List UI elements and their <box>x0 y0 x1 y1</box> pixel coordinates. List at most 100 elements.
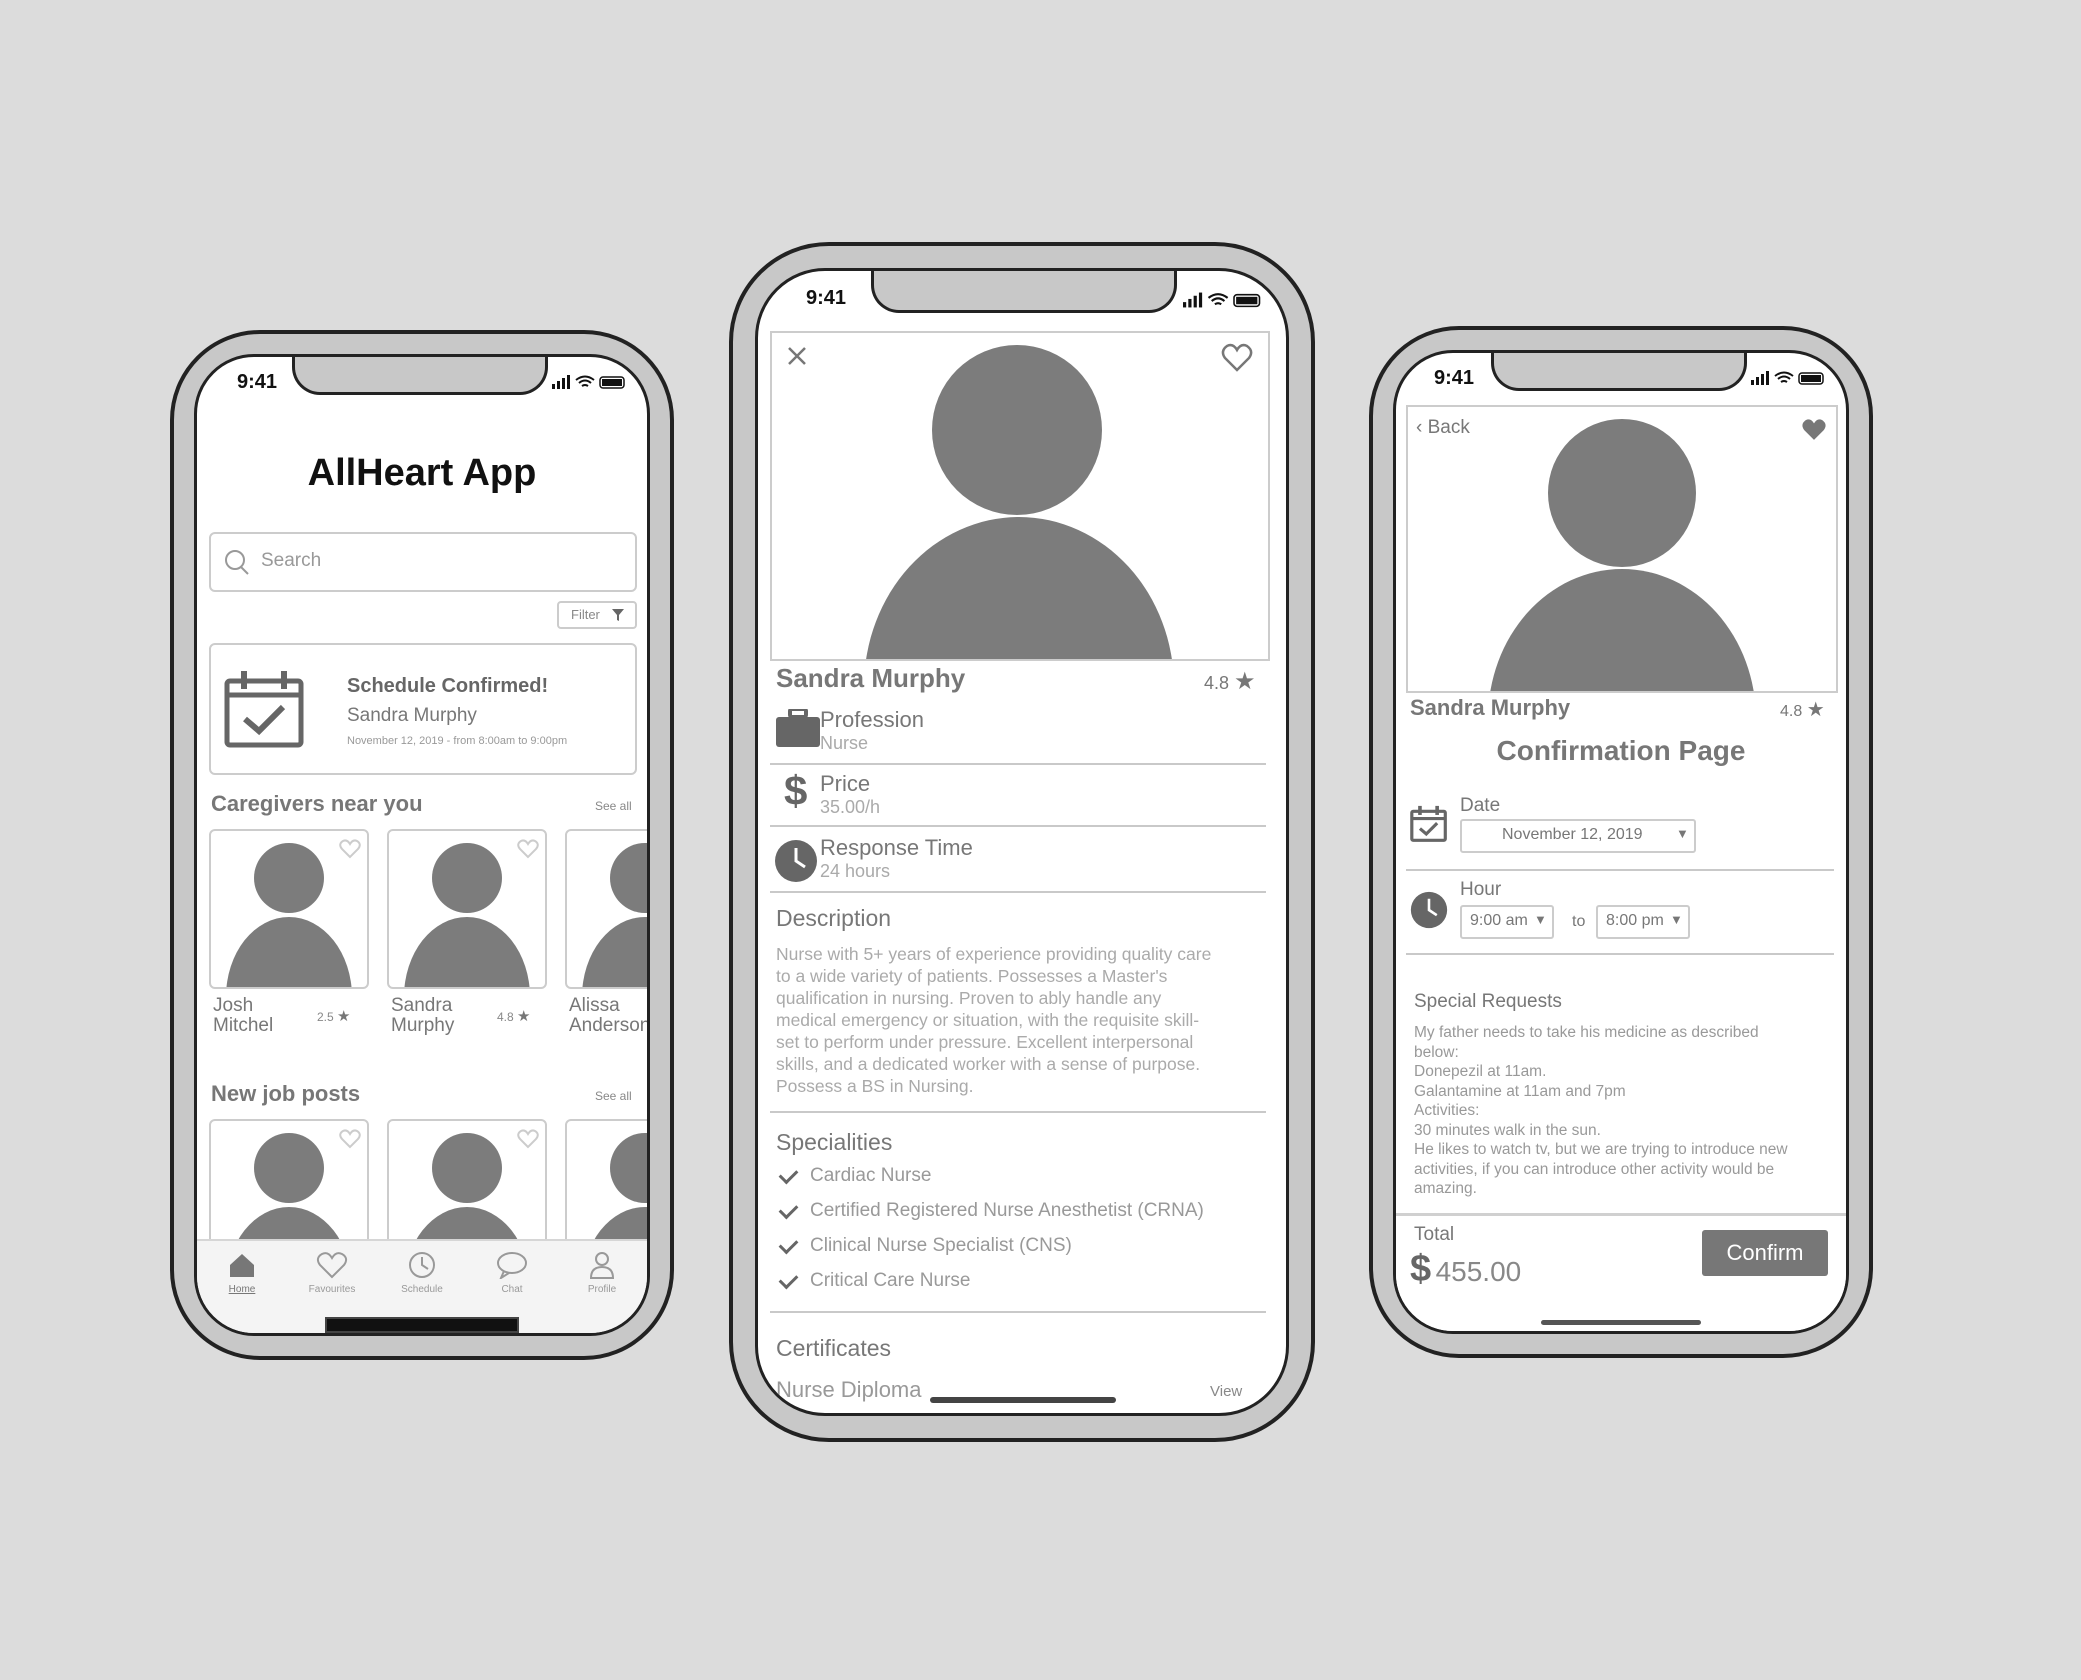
notification-title: Schedule Confirmed! <box>347 675 549 697</box>
clock-icon <box>1410 891 1448 929</box>
request-line: Galantamine at 11am and 7pm <box>1414 1082 1626 1100</box>
hour-label: Hour <box>1460 879 1502 900</box>
calendar-check-icon <box>224 671 304 748</box>
filter-icon <box>612 609 624 621</box>
app-title: AllHeart App <box>307 452 537 494</box>
caregiver-first-name: Sandra <box>391 995 453 1016</box>
date-select[interactable]: November 12, 2019 ▼ <box>1460 819 1696 853</box>
caregiver-first-name: Josh <box>213 995 254 1016</box>
phone-confirmation: 9:41 ‹ Back Sandra Murphy 4.8 ★ Confirm a… <box>1369 326 1873 1358</box>
see-all-link[interactable]: See all <box>595 799 632 813</box>
avatar <box>932 345 1102 515</box>
tab-chat[interactable]: Chat <box>482 1251 542 1295</box>
star-icon: ★ <box>337 1008 351 1025</box>
chevron-down-icon: ▼ <box>1534 912 1547 927</box>
price-value: 35.00/h <box>820 797 881 817</box>
caregiver-rating: 4.8 ★ <box>497 1007 530 1025</box>
divider <box>770 1111 1266 1113</box>
hour-from-value: 9:00 am <box>1470 912 1528 929</box>
notification-name: Sandra Murphy <box>347 705 477 726</box>
phone-home: 9:41 AllHeart App Search Filter Schedule… <box>170 330 674 1360</box>
confirm-button[interactable]: Confirm <box>1702 1230 1828 1276</box>
total-amount: $ 455.00 <box>1410 1248 1521 1291</box>
hour-to-select[interactable]: 8:00 pm ▼ <box>1596 905 1690 939</box>
divider <box>770 763 1266 765</box>
dollar-icon: $ <box>1410 1248 1432 1290</box>
description-line: qualification in nursing. Proven to ably… <box>776 988 1162 1008</box>
response-label: Response Time <box>820 835 973 860</box>
caregiver-rating: 4.8 ★ <box>1780 697 1825 722</box>
avatar <box>610 1133 647 1203</box>
caregiver-rating: 2.5 ★ <box>317 1007 350 1025</box>
tab-label: Chat <box>501 1284 523 1295</box>
filter-label: Filter <box>571 607 600 622</box>
request-line: amazing. <box>1414 1180 1477 1197</box>
see-all-link[interactable]: See all <box>595 1089 632 1103</box>
check-icon <box>778 1199 799 1220</box>
profile-photo <box>770 331 1270 661</box>
home-indicator <box>1541 1320 1701 1325</box>
check-icon <box>778 1164 799 1185</box>
caregiver-card[interactable] <box>565 829 647 989</box>
tab-schedule[interactable]: Schedule <box>387 1251 457 1295</box>
clock-icon <box>409 1252 435 1278</box>
tab-label: Profile <box>587 1284 617 1295</box>
description-line: medical emergency or situation, with the… <box>776 1010 1200 1030</box>
heart-icon <box>316 1252 348 1279</box>
schedule-notification[interactable]: Schedule Confirmed! Sandra Murphy Novemb… <box>209 643 637 775</box>
tab-label: Schedule <box>401 1284 443 1295</box>
briefcase-icon <box>776 709 820 747</box>
avatar <box>254 1133 324 1203</box>
notch <box>871 271 1177 313</box>
heart-icon[interactable] <box>1800 417 1828 443</box>
divider <box>1406 953 1834 955</box>
home-indicator <box>930 1397 1116 1403</box>
request-line: Activities: <box>1414 1102 1480 1119</box>
tab-home[interactable]: Home <box>212 1251 272 1295</box>
heart-icon[interactable] <box>1220 343 1254 373</box>
request-line: Donepezil at 11am. <box>1414 1063 1547 1080</box>
avatar <box>1548 419 1696 567</box>
request-line: He likes to watch tv, but we are trying … <box>1414 1141 1788 1158</box>
heart-icon[interactable] <box>339 1129 361 1149</box>
caregiver-last-name: Murphy <box>391 1015 455 1036</box>
caregiver-card[interactable] <box>387 829 547 989</box>
chevron-down-icon: ▼ <box>1670 912 1683 927</box>
heart-icon[interactable] <box>517 1129 539 1149</box>
caregiver-card[interactable] <box>209 829 369 989</box>
avatar <box>610 843 647 913</box>
view-certificate-link[interactable]: View <box>1210 1383 1242 1400</box>
filter-button[interactable]: Filter <box>557 601 637 629</box>
description-line: Nurse with 5+ years of experience provid… <box>776 944 1212 964</box>
rating-value: 4.8 <box>1780 703 1803 720</box>
star-icon: ★ <box>517 1008 531 1025</box>
calendar-check-icon <box>1410 805 1447 842</box>
tab-favourites[interactable]: Favourites <box>297 1251 367 1295</box>
description-line: set to perform under pressure. Excellent… <box>776 1032 1194 1052</box>
profile-photo: ‹ Back <box>1406 405 1838 693</box>
heart-icon[interactable] <box>339 839 361 859</box>
caregiver-name: Sandra Murphy <box>1410 695 1571 720</box>
caregiver-last-name: Mitchel <box>213 1015 274 1036</box>
profession-value: Nurse <box>820 733 869 753</box>
search-box[interactable]: Search <box>209 532 637 592</box>
total-label: Total <box>1414 1224 1455 1245</box>
back-button[interactable]: ‹ Back <box>1416 417 1470 439</box>
request-line: 30 minutes walk in the sun. <box>1414 1121 1601 1139</box>
to-label: to <box>1572 913 1586 930</box>
home-icon <box>230 1254 254 1277</box>
close-icon[interactable] <box>786 345 808 367</box>
dollar-icon: $ <box>784 767 808 814</box>
divider <box>770 891 1266 893</box>
heart-icon[interactable] <box>517 839 539 859</box>
tab-profile[interactable]: Profile <box>572 1251 632 1295</box>
hour-from-select[interactable]: 9:00 am ▼ <box>1460 905 1554 939</box>
status-time: 9:41 <box>237 371 278 393</box>
divider <box>1406 869 1834 871</box>
status-time: 9:41 <box>1434 367 1475 389</box>
speciality-item: Cardiac Nurse <box>810 1165 932 1186</box>
back-label: Back <box>1427 417 1470 438</box>
description-line: skills, and a dedicated worker with a se… <box>776 1054 1201 1074</box>
rating-value: 4.8 <box>1204 673 1230 693</box>
search-input[interactable]: Search <box>261 550 321 572</box>
